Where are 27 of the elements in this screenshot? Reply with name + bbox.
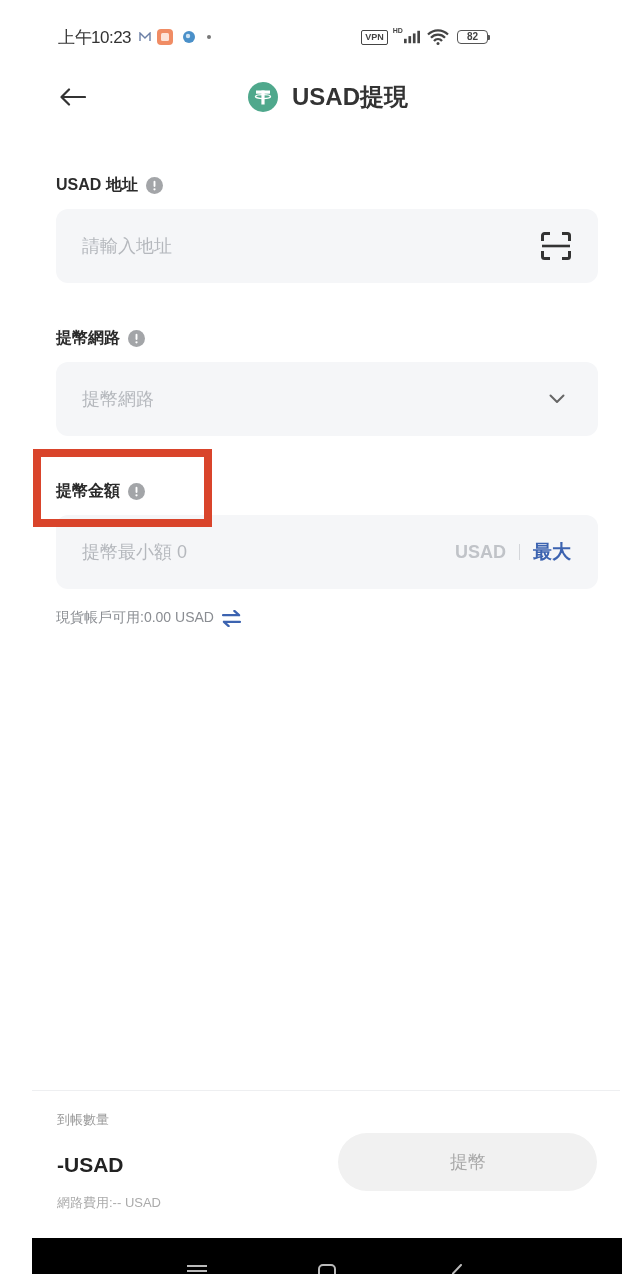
max-button[interactable]: 最大 [533, 539, 571, 565]
signal-icon [403, 30, 420, 44]
swap-icon[interactable] [221, 609, 241, 627]
received-amount: -USAD [57, 1152, 125, 1178]
home-icon[interactable] [316, 1264, 338, 1274]
chevron-down-icon [549, 394, 565, 404]
status-time: 上午10:23 [58, 26, 132, 49]
field-label: 提幣網路 [56, 327, 120, 348]
address-field[interactable]: 請輸入地址 [56, 209, 598, 283]
circle-app-icon [183, 31, 196, 43]
page-title: USAD提現 [292, 82, 408, 112]
coin-icon [248, 82, 278, 112]
wifi-icon [426, 29, 449, 45]
available-balance: 現貨帳戶可用:0.00 USAD [56, 609, 214, 627]
menu-icon[interactable] [186, 1264, 208, 1274]
dot-icon [207, 35, 212, 39]
scan-icon[interactable] [541, 232, 571, 260]
app-notification-icon [157, 29, 174, 45]
back-arrow-icon[interactable] [60, 88, 86, 106]
notification-icon [139, 32, 152, 42]
received-amount-label: 到帳數量 [57, 1111, 110, 1129]
network-dropdown[interactable]: 提幣網路 [56, 362, 598, 436]
battery-indicator: 82 [456, 30, 490, 44]
field-label: 提幣金額 [56, 480, 120, 501]
network-fee: 網路費用:-- USAD [57, 1194, 161, 1212]
field-label: USAD 地址 [56, 174, 138, 195]
vpn-indicator: VPN [361, 29, 388, 45]
